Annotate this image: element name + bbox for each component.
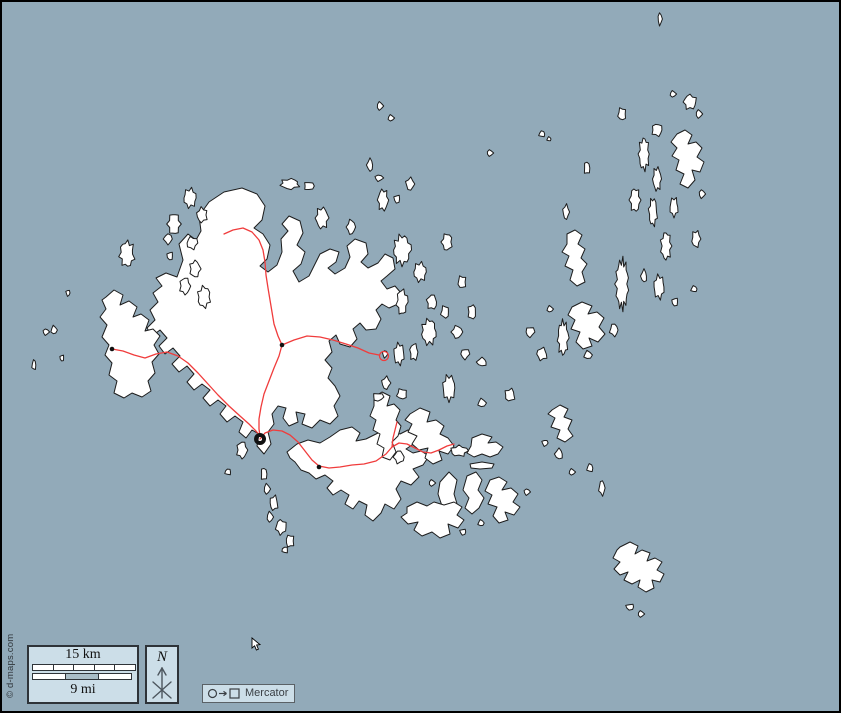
- island: [261, 469, 267, 480]
- island: [305, 183, 315, 190]
- island: [468, 305, 475, 319]
- scale-segment: [115, 665, 135, 670]
- scale-segment: [99, 674, 131, 679]
- map-svg: [2, 2, 841, 713]
- projection-box: Mercator: [202, 684, 295, 703]
- copyright-text: © d-maps.com: [5, 604, 16, 698]
- projection-symbol-icon: [207, 687, 241, 700]
- island: [618, 108, 626, 120]
- town-dot: [317, 465, 322, 470]
- scale-bar-mi: [32, 673, 132, 680]
- north-arrow-icon: [148, 665, 176, 701]
- island: [282, 547, 287, 553]
- scale-segment: [54, 665, 75, 670]
- north-label: N: [147, 649, 177, 665]
- scale-box: 15 km 9 mi: [27, 645, 139, 704]
- projection-label: Mercator: [245, 685, 288, 702]
- scale-segment: [33, 665, 54, 670]
- scale-segment: [74, 665, 95, 670]
- map-stage: 15 km 9 mi N Mercator: [0, 0, 841, 713]
- island: [60, 355, 64, 361]
- scale-segment: [66, 674, 99, 679]
- scale-km-label: 15 km: [29, 647, 137, 662]
- scale-segment: [33, 674, 66, 679]
- scale-mi-label: 9 mi: [29, 682, 137, 697]
- island: [410, 344, 418, 361]
- island-foglo-sliver: [470, 462, 494, 469]
- island: [458, 276, 466, 288]
- scale-segment: [95, 665, 116, 670]
- island: [286, 535, 293, 547]
- town-dot: [110, 347, 115, 352]
- island: [167, 252, 173, 260]
- island: [584, 162, 589, 173]
- town-dot: [280, 343, 285, 348]
- scale-bar-km: [32, 664, 136, 671]
- north-box: N: [145, 645, 179, 704]
